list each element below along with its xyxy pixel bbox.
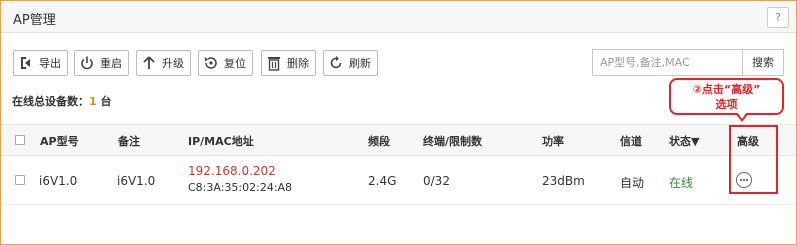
- cell-band: 2.4G: [368, 174, 397, 188]
- help-button[interactable]: ?: [767, 7, 789, 28]
- search-input[interactable]: AP型号,备注,MAC: [592, 49, 742, 76]
- refresh-icon: [328, 55, 344, 71]
- more-icon[interactable]: [736, 172, 752, 188]
- reset-icon: [203, 55, 219, 71]
- export-button[interactable]: 导出: [13, 50, 68, 76]
- delete-label: 删除: [287, 57, 309, 70]
- online-total-unit: 台: [100, 95, 112, 108]
- column-power: 功率: [542, 135, 564, 148]
- online-total-label: 在线总设备数：: [12, 95, 89, 108]
- column-ip-mac: IP/MAC地址: [188, 135, 254, 148]
- ap-management-panel: [0, 0, 797, 245]
- column-channel: 信道: [620, 135, 642, 148]
- online-total-count: 1: [89, 95, 97, 108]
- upgrade-icon: [141, 55, 157, 71]
- search-button[interactable]: 搜索: [742, 49, 784, 76]
- row-checkbox[interactable]: [15, 175, 25, 185]
- cell-power: 23dBm: [542, 174, 585, 188]
- refresh-button[interactable]: 刷新: [323, 50, 378, 76]
- cell-model: i6V1.0: [39, 174, 78, 188]
- reset-button[interactable]: 复位: [198, 50, 253, 76]
- callout-line-2: 选项: [715, 98, 738, 111]
- refresh-label: 刷新: [349, 57, 371, 70]
- column-ap-model: AP型号: [40, 135, 79, 148]
- upgrade-button[interactable]: 升级: [136, 50, 191, 76]
- page-title: AP管理: [13, 13, 56, 28]
- column-clients: 终端/限制数: [423, 135, 483, 148]
- cell-ip: 192.168.0.202: [188, 164, 276, 178]
- row-divider: [1, 204, 796, 205]
- annotation-callout: ②点击“高级” 选项: [669, 78, 784, 115]
- upgrade-label: 升级: [162, 57, 184, 70]
- export-icon: [18, 55, 34, 71]
- cell-mac: C8:3A:35:02:24:A8: [188, 181, 293, 194]
- cell-channel: 自动: [620, 176, 645, 190]
- column-band: 频段: [368, 135, 390, 148]
- reset-label: 复位: [224, 57, 246, 70]
- restart-icon: [79, 55, 95, 71]
- online-total: 在线总设备数：1 台: [12, 93, 112, 109]
- select-all-checkbox[interactable]: [15, 135, 25, 145]
- callout-pointer-fill: [737, 112, 747, 119]
- panel-header: AP管理 ?: [1, 1, 796, 33]
- cell-status: 在线: [669, 176, 694, 190]
- export-label: 导出: [39, 57, 61, 70]
- cell-remark: i6V1.0: [117, 174, 156, 188]
- restart-button[interactable]: 重启: [74, 50, 129, 76]
- restart-label: 重启: [100, 57, 122, 70]
- callout-line-1: ②点击“高级”: [692, 83, 761, 96]
- delete-button[interactable]: 删除: [261, 50, 316, 76]
- column-remark: 备注: [118, 135, 140, 148]
- column-status-sort[interactable]: 状态▼: [669, 133, 699, 149]
- delete-icon: [266, 55, 282, 71]
- cell-clients: 0/32: [423, 174, 450, 188]
